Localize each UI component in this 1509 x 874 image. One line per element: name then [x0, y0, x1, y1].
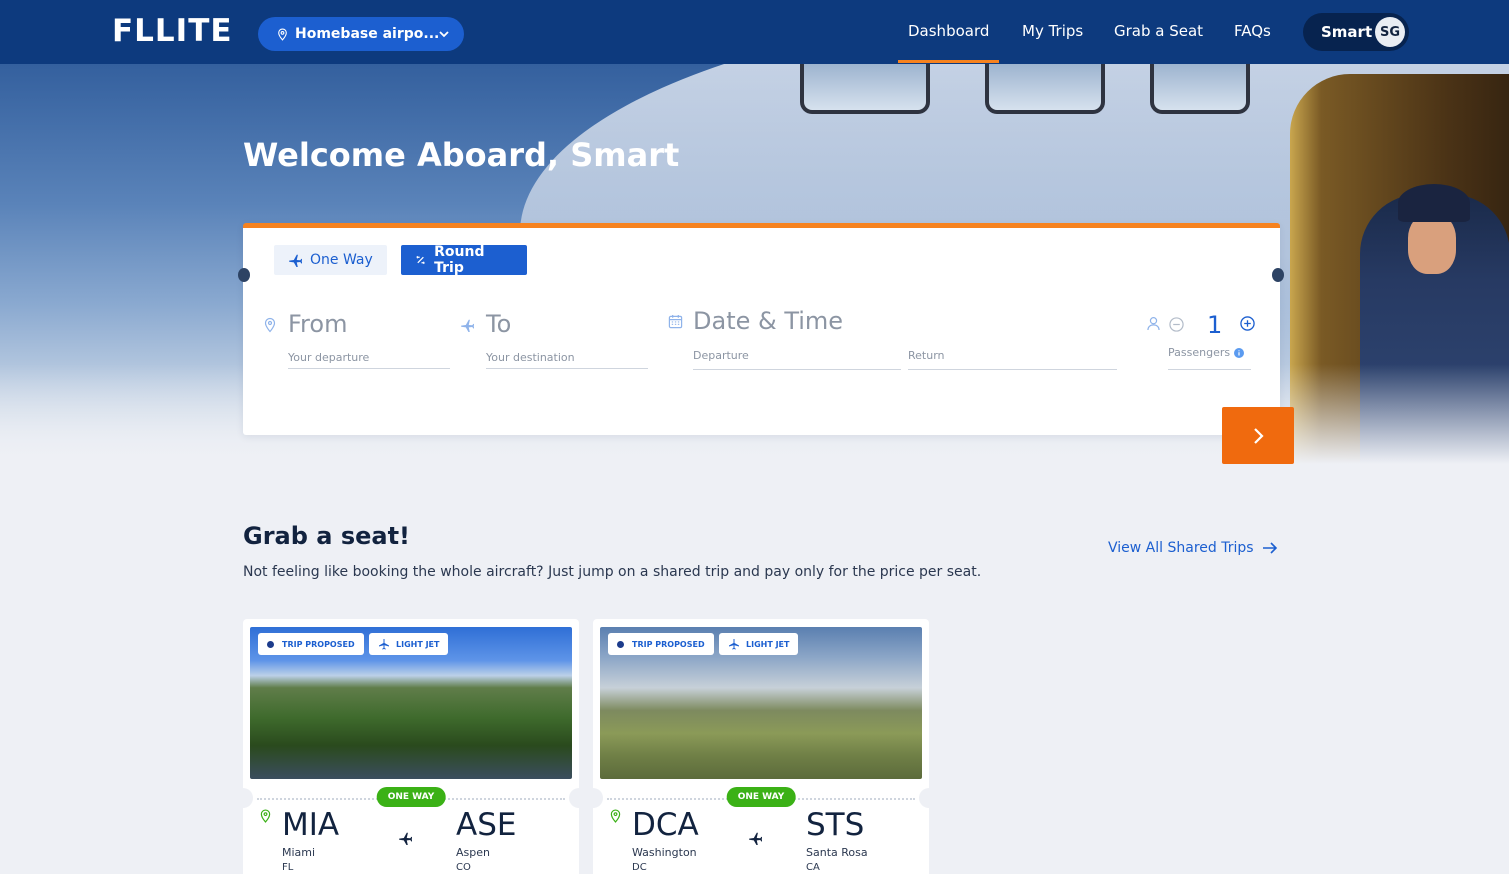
origin-city: Miami	[282, 846, 316, 859]
destination-image: TRIP PROPOSED LIGHT JET	[600, 627, 922, 779]
trip-type-badge: ONE WAY	[726, 787, 796, 807]
user-menu[interactable]: Smart SG	[1303, 13, 1409, 51]
status-badge: TRIP PROPOSED	[258, 633, 364, 655]
location-pin-icon	[278, 28, 287, 41]
nav-grab-a-seat[interactable]: Grab a Seat	[1114, 22, 1203, 40]
passengers-field: Passengers	[1168, 346, 1251, 370]
calendar-icon	[668, 314, 683, 329]
pilot-face	[1408, 214, 1456, 274]
origin-city: Washington	[632, 846, 697, 859]
view-all-shared-trips-link[interactable]: View All Shared Trips	[1108, 540, 1278, 556]
shared-trip-card[interactable]: TRIP PROPOSED LIGHT JET ONE WAY DCA Wash…	[583, 619, 939, 874]
from-field[interactable]: From Your departure	[288, 310, 450, 370]
plane-icon	[729, 639, 739, 650]
homebase-airport-select[interactable]: Homebase airpo...	[258, 17, 464, 51]
one-way-toggle[interactable]: One Way	[274, 245, 387, 275]
destination-state: CA	[806, 862, 820, 873]
shared-trip-card[interactable]: TRIP PROPOSED LIGHT JET ONE WAY MIA Miam…	[233, 619, 589, 874]
status-badge: TRIP PROPOSED	[608, 633, 714, 655]
origin-state: FL	[282, 862, 294, 873]
jet-window	[985, 64, 1105, 114]
destination-state: CO	[456, 862, 471, 873]
destination-city: Aspen	[456, 846, 490, 859]
search-submit-button[interactable]	[1222, 407, 1294, 464]
return-date-input[interactable]: Return	[908, 349, 1117, 370]
round-trip-icon	[416, 255, 425, 265]
chevron-down-icon	[439, 31, 449, 38]
grab-seat-heading: Grab a seat!	[243, 522, 410, 550]
plus-circle-icon[interactable]	[1240, 316, 1255, 331]
departure-date-input[interactable]: Departure	[693, 349, 901, 370]
avatar: SG	[1375, 17, 1405, 47]
round-trip-toggle[interactable]: Round Trip	[401, 244, 527, 276]
nav-my-trips[interactable]: My Trips	[1022, 22, 1083, 40]
location-pin-icon	[264, 317, 276, 333]
passenger-count: 1	[1207, 311, 1223, 339]
nav-faqs[interactable]: FAQs	[1234, 22, 1271, 40]
pilot-cap	[1398, 184, 1470, 222]
jet-window	[1150, 64, 1250, 114]
from-placeholder: Your departure	[288, 351, 370, 364]
location-pin-icon	[610, 809, 621, 823]
plane-icon	[379, 639, 389, 650]
chevron-right-icon	[1254, 427, 1264, 444]
trip-type-badge: ONE WAY	[376, 787, 446, 807]
passengers-label: Passengers	[1168, 346, 1231, 359]
airport-select-label: Homebase airpo...	[295, 26, 440, 42]
minus-circle-icon[interactable]	[1169, 317, 1184, 332]
brand-logo[interactable]: FLLITE	[112, 13, 233, 49]
destination-code: ASE	[456, 807, 517, 843]
origin-code: MIA	[282, 807, 340, 843]
destination-image: TRIP PROPOSED LIGHT JET	[250, 627, 572, 779]
jet-window	[800, 64, 930, 114]
welcome-heading: Welcome Aboard, Smart	[243, 136, 680, 174]
arrow-right-icon	[1262, 542, 1277, 554]
aircraft-badge: LIGHT JET	[369, 633, 449, 655]
info-icon[interactable]	[1234, 347, 1245, 358]
destination-city: Santa Rosa	[806, 846, 868, 859]
destination-code: STS	[806, 807, 865, 843]
plane-icon	[399, 832, 412, 845]
date-time-label: Date & Time	[693, 307, 844, 335]
nav-dashboard[interactable]: Dashboard	[897, 22, 1000, 63]
plane-icon	[461, 319, 474, 332]
from-label: From	[288, 310, 348, 338]
aircraft-badge: LIGHT JET	[719, 633, 799, 655]
user-name: Smart	[1321, 23, 1373, 41]
top-navbar: FLLITE Homebase airpo... Dashboard My Tr…	[0, 0, 1509, 64]
grab-seat-description: Not feeling like booking the whole aircr…	[243, 564, 982, 580]
location-pin-icon	[260, 809, 271, 823]
to-label: To	[486, 310, 512, 338]
origin-code: DCA	[632, 807, 699, 843]
plane-icon	[289, 254, 302, 267]
to-placeholder: Your destination	[486, 351, 575, 364]
person-icon	[1147, 317, 1160, 331]
to-field[interactable]: To Your destination	[486, 310, 648, 370]
plane-icon	[749, 832, 762, 845]
origin-state: DC	[632, 862, 647, 873]
